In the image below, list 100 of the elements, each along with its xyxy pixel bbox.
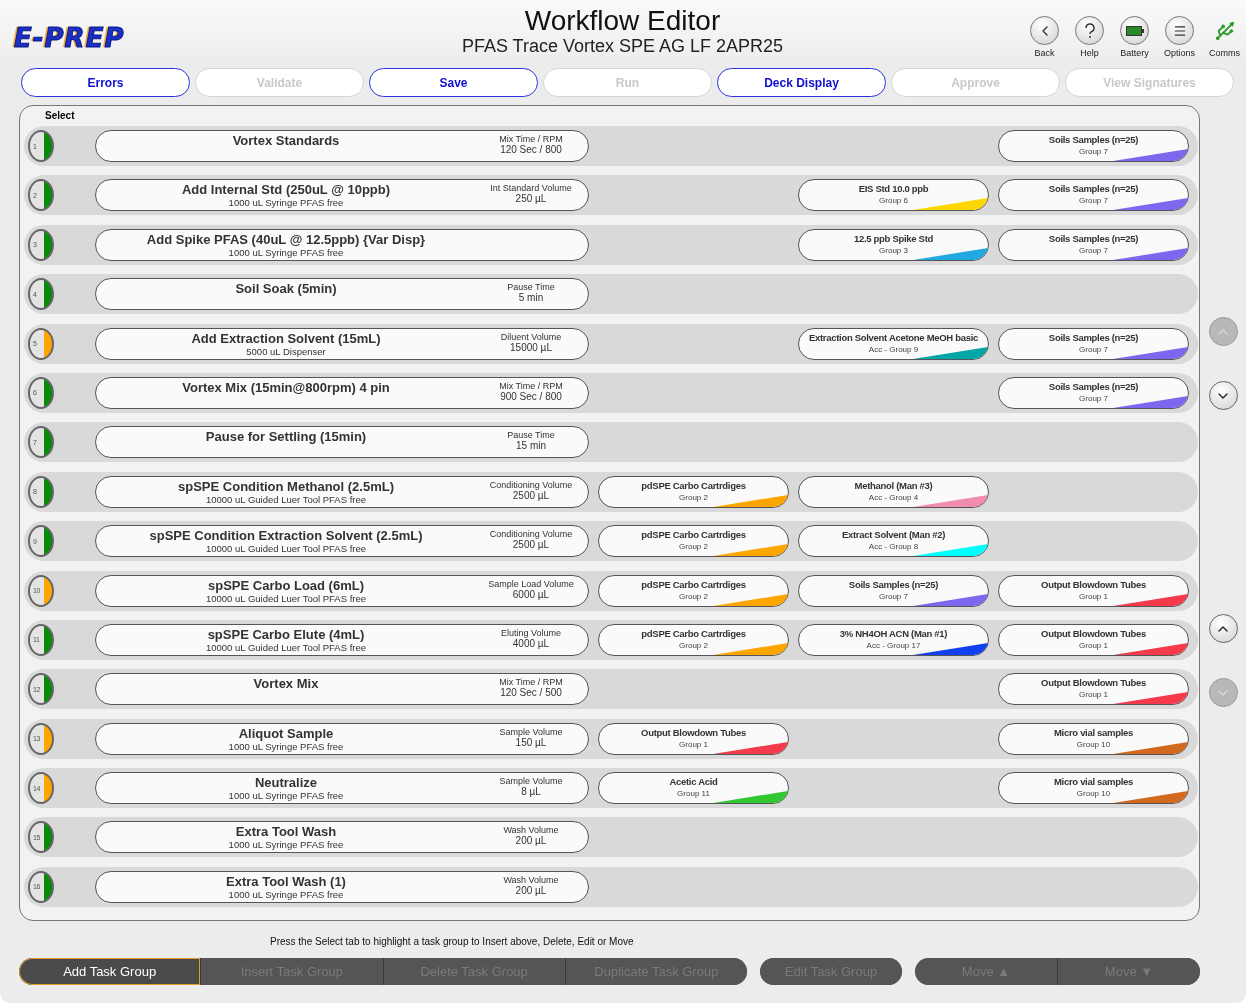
reagent-pill[interactable]: Soils Samples (n=25) Group 7 (998, 130, 1189, 162)
parameter-label: Sample Volume (499, 726, 563, 737)
reagent-group: Group 7 (1079, 195, 1108, 208)
task-title: Vortex Mix (15min@800rpm) 4 pin (182, 379, 390, 395)
task-pill[interactable]: Soil Soak (5min) Pause Time 5 min (95, 278, 589, 311)
task-pill[interactable]: Neutralize 1000 uL Syringe PFAS free Sample Volume 8 µL (95, 772, 589, 805)
reagent-group: Acc - Group 8 (868, 541, 919, 554)
task-pill[interactable]: Add Spike PFAS (40uL @ 12.5ppb) {Var Disp} 1000 uL Syringe PFAS free (95, 228, 589, 261)
reagent-pill[interactable]: pdSPE Carbo Cartrdiges Group 2 (598, 525, 789, 558)
task-title: Extra Tool Wash (1) (226, 873, 346, 889)
reagent-pill[interactable]: pdSPE Carbo Cartrdiges Group 2 (598, 574, 789, 607)
task-tool: 1000 uL Syringe PFAS free (228, 246, 344, 258)
reagent-name: Methanol (Man #3) (854, 478, 933, 492)
task-tool: 1000 uL Syringe PFAS free (228, 790, 344, 802)
reagent-pill[interactable]: pdSPE Carbo Cartrdiges Group 2 (598, 475, 789, 508)
task-tool: 1000 uL Syringe PFAS free (228, 839, 344, 851)
reagent-pill[interactable]: 12.5 ppb Spike Std Group 3 (798, 228, 989, 261)
parameter-value: 900 Sec / 800 (500, 390, 562, 402)
task-pill[interactable]: Extra Tool Wash (1) 1000 uL Syringe PFAS free Wash Volume 200 µL (95, 870, 589, 903)
task-tool: 10000 uL Guided Luer Tool PFAS free (206, 543, 366, 555)
reagent-pill[interactable]: Acetic Acid Group 11 (598, 772, 789, 805)
reagent-group: Group 10 (1076, 738, 1111, 751)
reagent-pill[interactable]: EIS Std 10.0 ppb Group 6 (798, 179, 989, 212)
task-pill[interactable]: Vortex Mix (15min@800rpm) 4 pin Mix Time / RPM 900 Sec / 800 (95, 376, 589, 409)
task-title: spSPE Condition Extraction Solvent (2.5mL) (149, 528, 423, 544)
logo: E-PREP (13, 22, 126, 53)
toolbar-button[interactable]: Deck Display (717, 68, 886, 97)
task-title: Vortex Standards (232, 133, 340, 148)
task-title: spSPE Carbo Load (6mL) (208, 577, 364, 593)
reagent-name: pdSPE Carbo Cartrdiges (641, 577, 746, 591)
reagent-name: Output Blowdown Tubes (1041, 676, 1146, 690)
parameter-value: 15000 µL (510, 341, 552, 353)
header-button[interactable]: Comms (1205, 16, 1244, 58)
parameter-value: 2500 µL (512, 539, 550, 551)
parameter-value: 250 µL (515, 193, 547, 205)
reagent-group: Group 7 (1079, 244, 1108, 257)
reagent-group: Group 1 (1079, 590, 1108, 603)
reagent-pill[interactable]: Micro vial samples Group 10 (998, 722, 1189, 755)
reagent-name: Soils Samples (n=25) (1048, 379, 1139, 393)
header-button[interactable]: Back (1025, 16, 1064, 58)
parameter-label: Pause Time (507, 430, 555, 441)
task-pill[interactable]: Vortex Standards Mix Time / RPM 120 Sec / 800 (95, 130, 589, 162)
reagent-name: Output Blowdown Tubes (1041, 577, 1146, 591)
reagent-pill[interactable]: Extract Solvent (Man #2) Acc - Group 8 (798, 525, 989, 558)
task-pill[interactable]: Pause for Settling (15min) Pause Time 15 min (95, 426, 589, 459)
parameter-label: Conditioning Volume (489, 529, 573, 540)
task-pill[interactable]: Extra Tool Wash 1000 uL Syringe PFAS free Wash Volume 200 µL (95, 821, 589, 854)
parameter-value: 120 Sec / 500 (500, 687, 562, 699)
scroll-down-button[interactable] (1208, 381, 1238, 410)
reagent-group: Acc - Group 17 (866, 639, 921, 652)
reagent-pill[interactable]: Soils Samples (n=25) Group 7 (998, 376, 1189, 409)
reagent-pill[interactable]: Soils Samples (n=25) Group 7 (998, 179, 1189, 212)
reagent-name: Soils Samples (n=25) (1048, 231, 1139, 245)
reagent-pill[interactable]: Methanol (Man #3) Acc - Group 4 (798, 475, 989, 508)
reagent-pill[interactable]: Soils Samples (n=25) Group 7 (798, 574, 989, 607)
reagent-pill[interactable]: Soils Samples (n=25) Group 7 (998, 327, 1189, 360)
reagent-group: Group 2 (679, 590, 708, 603)
parameter-label: Mix Time / RPM (499, 134, 563, 144)
reagent-pill[interactable]: Output Blowdown Tubes Group 1 (598, 722, 789, 755)
task-pill[interactable]: spSPE Carbo Elute (4mL) 10000 uL Guided Luer Tool PFAS free Eluting Volume 4000 µL (95, 623, 589, 656)
parameter-value: 4000 µL (512, 637, 550, 649)
scroll-up-button[interactable] (1208, 614, 1238, 643)
battery-icon (1120, 16, 1149, 45)
select-tab[interactable]: Select (24, 106, 1199, 126)
reagent-group: Group 7 (1079, 343, 1108, 356)
task-pill[interactable]: spSPE Carbo Load (6mL) 10000 uL Guided Luer Tool PFAS free Sample Load Volume 6000 µL (95, 574, 589, 607)
header-button[interactable]: Options (1160, 16, 1199, 58)
header-button[interactable]: Help (1070, 16, 1109, 58)
header-button[interactable]: Battery (1115, 16, 1154, 58)
reagent-pill[interactable]: Extraction Solvent Acetone MeOH basic Acc - Group 9 (798, 327, 989, 360)
window-title: Workflow Editor (524, 6, 721, 36)
task-tool: 1000 uL Syringe PFAS free (228, 888, 344, 900)
reagent-pill[interactable]: Micro vial samples Group 10 (998, 772, 1189, 805)
task-title: Extra Tool Wash (235, 824, 337, 840)
reagent-group: Group 1 (679, 738, 708, 751)
task-pill[interactable]: Add Extraction Solvent (15mL) 5000 uL Dispenser Diluent Volume 15000 µL (95, 327, 589, 360)
parameter-label: Pause Time (507, 282, 555, 293)
task-pill[interactable]: Vortex Mix Mix Time / RPM 120 Sec / 500 (95, 673, 589, 706)
task-title: Add Extraction Solvent (15mL) (191, 330, 381, 346)
reagent-name: Soils Samples (n=25) (1048, 133, 1139, 146)
reagent-pill[interactable]: pdSPE Carbo Cartrdiges Group 2 (598, 623, 789, 656)
reagent-pill[interactable]: Output Blowdown Tubes Group 1 (998, 623, 1189, 656)
reagent-pill[interactable]: Soils Samples (n=25) Group 7 (998, 228, 1189, 261)
task-title: spSPE Carbo Elute (4mL) (207, 626, 365, 642)
reagent-pill[interactable]: 3% NH4OH ACN (Man #1) Acc - Group 17 (798, 623, 989, 656)
reagent-group: Group 7 (1079, 146, 1108, 158)
reagent-pill[interactable]: Output Blowdown Tubes Group 1 (998, 574, 1189, 607)
reagent-group: Group 2 (679, 541, 708, 554)
reagent-group: Group 7 (879, 590, 908, 603)
parameter-label: Wash Volume (503, 825, 559, 836)
parameter-label: Sample Volume (499, 776, 563, 787)
task-pill[interactable]: Aliquot Sample 1000 uL Syringe PFAS free Sample Volume 150 µL (95, 722, 589, 755)
task-title: Soil Soak (5min) (235, 281, 337, 297)
task-pill[interactable]: Add Internal Std (250uL @ 10ppb) 1000 uL Syringe PFAS free Int Standard Volume 250 µL (95, 179, 589, 212)
task-pill[interactable]: spSPE Condition Extraction Solvent (2.5mL) 10000 uL Guided Luer Tool PFAS free Conditioning Volume 2500 µL (95, 525, 589, 558)
reagent-pill[interactable]: Output Blowdown Tubes Group 1 (998, 673, 1189, 706)
toolbar-button[interactable]: Errors (21, 68, 190, 97)
toolbar-button[interactable]: Save (369, 68, 538, 97)
task-pill[interactable]: spSPE Condition Methanol (2.5mL) 10000 uL Guided Luer Tool PFAS free Conditioning Volume 2500 µL (95, 475, 589, 508)
task-group-button[interactable]: Add Task Group (19, 958, 202, 985)
